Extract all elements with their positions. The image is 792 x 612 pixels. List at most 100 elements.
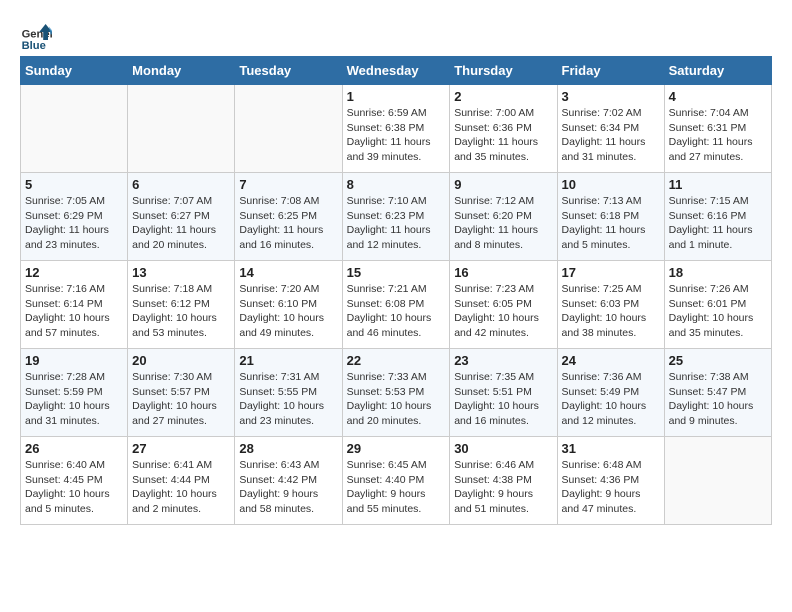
day-header-tuesday: Tuesday (235, 57, 342, 85)
day-number: 30 (454, 441, 552, 456)
calendar-cell: 4 Sunrise: 7:04 AM Sunset: 6:31 PM Daylig… (664, 85, 771, 173)
calendar-cell: 21 Sunrise: 7:31 AM Sunset: 5:55 PM Dayli… (235, 349, 342, 437)
day-number: 2 (454, 89, 552, 104)
day-info: Sunrise: 6:59 AM Sunset: 6:38 PM Dayligh… (347, 106, 446, 165)
calendar-cell: 1 Sunrise: 6:59 AM Sunset: 6:38 PM Daylig… (342, 85, 450, 173)
svg-text:Blue: Blue (22, 40, 46, 52)
day-info: Sunrise: 7:18 AM Sunset: 6:12 PM Dayligh… (132, 282, 230, 341)
day-number: 9 (454, 177, 552, 192)
day-info: Sunrise: 6:43 AM Sunset: 4:42 PM Dayligh… (239, 458, 337, 517)
calendar-cell: 22 Sunrise: 7:33 AM Sunset: 5:53 PM Dayli… (342, 349, 450, 437)
calendar-cell (21, 85, 128, 173)
calendar-cell: 17 Sunrise: 7:25 AM Sunset: 6:03 PM Dayli… (557, 261, 664, 349)
calendar-week-row: 26 Sunrise: 6:40 AM Sunset: 4:45 PM Dayli… (21, 437, 772, 525)
calendar-cell: 26 Sunrise: 6:40 AM Sunset: 4:45 PM Dayli… (21, 437, 128, 525)
day-info: Sunrise: 7:20 AM Sunset: 6:10 PM Dayligh… (239, 282, 337, 341)
day-info: Sunrise: 7:26 AM Sunset: 6:01 PM Dayligh… (669, 282, 767, 341)
day-number: 14 (239, 265, 337, 280)
day-number: 26 (25, 441, 123, 456)
calendar-cell: 3 Sunrise: 7:02 AM Sunset: 6:34 PM Daylig… (557, 85, 664, 173)
day-number: 18 (669, 265, 767, 280)
day-number: 1 (347, 89, 446, 104)
calendar-cell: 20 Sunrise: 7:30 AM Sunset: 5:57 PM Dayli… (128, 349, 235, 437)
logo-icon: General Blue (20, 20, 52, 52)
calendar-cell: 31Sunrise: 6:48 AM Sunset: 4:36 PM Dayli… (557, 437, 664, 525)
day-info: Sunrise: 7:35 AM Sunset: 5:51 PM Dayligh… (454, 370, 552, 429)
day-info: Sunrise: 7:15 AM Sunset: 6:16 PM Dayligh… (669, 194, 767, 253)
calendar-cell: 2 Sunrise: 7:00 AM Sunset: 6:36 PM Daylig… (450, 85, 557, 173)
day-header-monday: Monday (128, 57, 235, 85)
day-info: Sunrise: 7:13 AM Sunset: 6:18 PM Dayligh… (562, 194, 660, 253)
day-info: Sunrise: 7:16 AM Sunset: 6:14 PM Dayligh… (25, 282, 123, 341)
day-info: Sunrise: 6:45 AM Sunset: 4:40 PM Dayligh… (347, 458, 446, 517)
day-info: Sunrise: 7:28 AM Sunset: 5:59 PM Dayligh… (25, 370, 123, 429)
day-number: 20 (132, 353, 230, 368)
day-header-row: SundayMondayTuesdayWednesdayThursdayFrid… (21, 57, 772, 85)
day-info: Sunrise: 7:30 AM Sunset: 5:57 PM Dayligh… (132, 370, 230, 429)
day-info: Sunrise: 7:36 AM Sunset: 5:49 PM Dayligh… (562, 370, 660, 429)
day-header-friday: Friday (557, 57, 664, 85)
day-info: Sunrise: 6:40 AM Sunset: 4:45 PM Dayligh… (25, 458, 123, 517)
day-number: 28 (239, 441, 337, 456)
day-info: Sunrise: 7:33 AM Sunset: 5:53 PM Dayligh… (347, 370, 446, 429)
day-number: 5 (25, 177, 123, 192)
day-number: 4 (669, 89, 767, 104)
calendar-cell (235, 85, 342, 173)
day-info: Sunrise: 7:21 AM Sunset: 6:08 PM Dayligh… (347, 282, 446, 341)
calendar-cell: 13 Sunrise: 7:18 AM Sunset: 6:12 PM Dayli… (128, 261, 235, 349)
calendar-table: SundayMondayTuesdayWednesdayThursdayFrid… (20, 56, 772, 525)
calendar-week-row: 1 Sunrise: 6:59 AM Sunset: 6:38 PM Daylig… (21, 85, 772, 173)
calendar-cell: 15 Sunrise: 7:21 AM Sunset: 6:08 PM Dayli… (342, 261, 450, 349)
day-number: 22 (347, 353, 446, 368)
calendar-week-row: 12Sunrise: 7:16 AM Sunset: 6:14 PM Dayli… (21, 261, 772, 349)
calendar-cell: 7 Sunrise: 7:08 AM Sunset: 6:25 PM Daylig… (235, 173, 342, 261)
calendar-cell (128, 85, 235, 173)
day-number: 3 (562, 89, 660, 104)
day-number: 13 (132, 265, 230, 280)
day-number: 21 (239, 353, 337, 368)
logo-area: General Blue (20, 20, 54, 52)
day-number: 17 (562, 265, 660, 280)
day-number: 31 (562, 441, 660, 456)
day-info: Sunrise: 7:02 AM Sunset: 6:34 PM Dayligh… (562, 106, 660, 165)
day-number: 11 (669, 177, 767, 192)
calendar-cell: 6Sunrise: 7:07 AM Sunset: 6:27 PM Daylig… (128, 173, 235, 261)
calendar-cell: 14 Sunrise: 7:20 AM Sunset: 6:10 PM Dayli… (235, 261, 342, 349)
day-info: Sunrise: 6:46 AM Sunset: 4:38 PM Dayligh… (454, 458, 552, 517)
calendar-week-row: 19 Sunrise: 7:28 AM Sunset: 5:59 PM Dayli… (21, 349, 772, 437)
day-info: Sunrise: 7:38 AM Sunset: 5:47 PM Dayligh… (669, 370, 767, 429)
calendar-cell: 12Sunrise: 7:16 AM Sunset: 6:14 PM Dayli… (21, 261, 128, 349)
day-number: 25 (669, 353, 767, 368)
day-info: Sunrise: 7:08 AM Sunset: 6:25 PM Dayligh… (239, 194, 337, 253)
day-number: 10 (562, 177, 660, 192)
day-info: Sunrise: 7:12 AM Sunset: 6:20 PM Dayligh… (454, 194, 552, 253)
day-info: Sunrise: 7:05 AM Sunset: 6:29 PM Dayligh… (25, 194, 123, 253)
calendar-cell: 27 Sunrise: 6:41 AM Sunset: 4:44 PM Dayli… (128, 437, 235, 525)
day-number: 29 (347, 441, 446, 456)
day-number: 7 (239, 177, 337, 192)
day-number: 8 (347, 177, 446, 192)
day-info: Sunrise: 6:41 AM Sunset: 4:44 PM Dayligh… (132, 458, 230, 517)
day-number: 19 (25, 353, 123, 368)
calendar-cell: 18 Sunrise: 7:26 AM Sunset: 6:01 PM Dayli… (664, 261, 771, 349)
day-header-sunday: Sunday (21, 57, 128, 85)
calendar-cell: 16Sunrise: 7:23 AM Sunset: 6:05 PM Dayli… (450, 261, 557, 349)
calendar-cell: 9 Sunrise: 7:12 AM Sunset: 6:20 PM Daylig… (450, 173, 557, 261)
day-number: 6 (132, 177, 230, 192)
calendar-cell (664, 437, 771, 525)
calendar-cell: 24Sunrise: 7:36 AM Sunset: 5:49 PM Dayli… (557, 349, 664, 437)
day-info: Sunrise: 7:25 AM Sunset: 6:03 PM Dayligh… (562, 282, 660, 341)
calendar-cell: 8 Sunrise: 7:10 AM Sunset: 6:23 PM Daylig… (342, 173, 450, 261)
calendar-cell: 30 Sunrise: 6:46 AM Sunset: 4:38 PM Dayli… (450, 437, 557, 525)
day-number: 27 (132, 441, 230, 456)
calendar-cell: 23Sunrise: 7:35 AM Sunset: 5:51 PM Dayli… (450, 349, 557, 437)
calendar-cell: 5 Sunrise: 7:05 AM Sunset: 6:29 PM Daylig… (21, 173, 128, 261)
calendar-cell: 19 Sunrise: 7:28 AM Sunset: 5:59 PM Dayli… (21, 349, 128, 437)
day-info: Sunrise: 7:04 AM Sunset: 6:31 PM Dayligh… (669, 106, 767, 165)
day-info: Sunrise: 7:10 AM Sunset: 6:23 PM Dayligh… (347, 194, 446, 253)
day-info: Sunrise: 7:31 AM Sunset: 5:55 PM Dayligh… (239, 370, 337, 429)
day-info: Sunrise: 7:23 AM Sunset: 6:05 PM Dayligh… (454, 282, 552, 341)
calendar-week-row: 5 Sunrise: 7:05 AM Sunset: 6:29 PM Daylig… (21, 173, 772, 261)
day-info: Sunrise: 7:00 AM Sunset: 6:36 PM Dayligh… (454, 106, 552, 165)
day-number: 15 (347, 265, 446, 280)
